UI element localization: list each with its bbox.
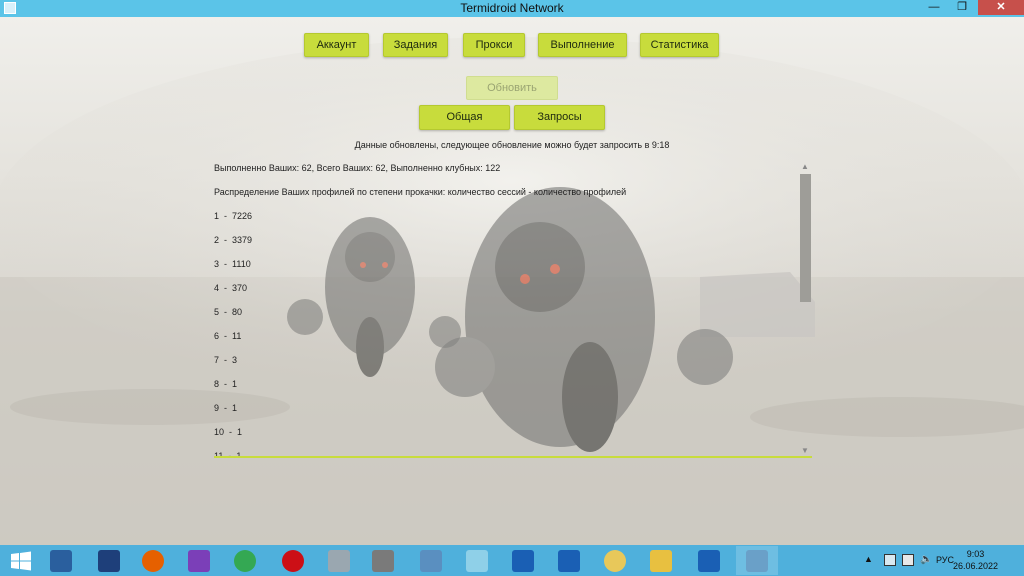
content-underline — [214, 456, 812, 458]
distribution-row: 7 - 3 — [214, 352, 796, 376]
distribution-row: 3 - 1110 — [214, 256, 796, 280]
taskbar-app-termidroid[interactable] — [736, 546, 778, 575]
separator: - — [219, 331, 233, 341]
profiles-count: 3 — [232, 355, 238, 365]
clock-icon — [604, 549, 626, 572]
nav-statistics-button[interactable]: Статистика — [640, 33, 719, 57]
nav-account-button[interactable]: Аккаунт — [304, 33, 369, 57]
taskbar-app-clock[interactable] — [594, 546, 636, 575]
www-icon — [420, 549, 442, 572]
taskbar-app-database[interactable] — [362, 546, 404, 575]
distribution-row: 4 - 370 — [214, 280, 796, 304]
taskbar-app-monitor[interactable] — [318, 546, 360, 575]
tray-network-icon[interactable] — [902, 554, 914, 566]
separator: - — [219, 235, 233, 245]
taskbar: ▲ 🔈 РУС 9:03 26.06.2022 — [0, 545, 1024, 576]
separator: - — [219, 211, 233, 221]
tray-volume-icon[interactable]: 🔈 — [920, 554, 932, 566]
separator: - — [219, 307, 233, 317]
tab-general[interactable]: Общая — [419, 105, 510, 130]
minimize-button[interactable]: — — [920, 0, 948, 15]
profiles-count: 370 — [232, 283, 248, 293]
powershell-icon — [98, 549, 120, 572]
profiles-count: 3379 — [232, 235, 253, 245]
content-scrollbar[interactable]: ▲ ▼ — [799, 162, 811, 456]
tray-arrow-up-icon[interactable]: ▲ — [864, 554, 876, 566]
distribution-row: 8 - 1 — [214, 376, 796, 400]
distribution-header: Распределение Ваших профилей по степени … — [214, 187, 627, 197]
scroll-down-arrow-icon[interactable]: ▼ — [799, 446, 811, 456]
profiles-count: 80 — [232, 307, 243, 317]
profiles-count: 1110 — [232, 259, 251, 269]
server-manager-icon — [50, 549, 72, 572]
separator: - — [219, 355, 233, 365]
database-icon — [372, 549, 394, 572]
taskbar-app-file-explorer[interactable] — [640, 546, 682, 575]
taskbar-app-www[interactable] — [410, 546, 452, 575]
distribution-row: 10 - 1 — [214, 424, 796, 448]
termidroid-icon — [746, 549, 768, 572]
update-status-text: Данные обновлены, следующее обновление м… — [354, 140, 670, 150]
taskbar-app-network-3[interactable] — [688, 546, 730, 575]
network-icon-3 — [698, 549, 720, 572]
title-bar: Termidroid Network — ❐ ✕ — [0, 0, 1024, 17]
separator: - — [219, 259, 233, 269]
distribution-row: 5 - 80 — [214, 304, 796, 328]
profiles-count: 7226 — [232, 211, 253, 221]
profiles-count: 1 — [237, 427, 243, 437]
monitor-icon — [328, 549, 350, 572]
network-icon-2 — [558, 549, 580, 572]
maximize-button[interactable]: ❐ — [948, 0, 976, 15]
taskbar-app-firefox[interactable] — [132, 546, 174, 575]
taskbar-app-app-window[interactable] — [456, 546, 498, 575]
tray-clock[interactable]: 9:03 26.06.2022 — [953, 548, 998, 576]
distribution-row: 6 - 11 — [214, 328, 796, 352]
taskbar-app-visual-studio[interactable] — [178, 546, 220, 575]
distribution-row: 1 - 7226 — [214, 208, 796, 232]
close-button[interactable]: ✕ — [978, 0, 1024, 15]
separator: - — [219, 283, 233, 293]
window-title: Termidroid Network — [460, 1, 564, 15]
tray-flag-icon[interactable] — [884, 554, 896, 566]
tray-time: 9:03 — [966, 549, 985, 559]
taskbar-app-chrome[interactable] — [224, 546, 266, 575]
chrome-icon — [234, 549, 256, 572]
distribution-row: 2 - 3379 — [214, 232, 796, 256]
scroll-thumb[interactable] — [800, 174, 811, 302]
tab-requests[interactable]: Запросы — [514, 105, 605, 130]
separator: - — [219, 403, 233, 413]
taskbar-app-network-2[interactable] — [548, 546, 590, 575]
network-icon — [512, 549, 534, 572]
refresh-button[interactable]: Обновить — [466, 76, 558, 100]
profiles-count: 1 — [232, 379, 238, 389]
separator: - — [224, 427, 238, 437]
tray-date: 26.06.2022 — [952, 561, 998, 571]
windows-start-icon — [11, 551, 31, 571]
nav-proxy-button[interactable]: Прокси — [463, 33, 525, 57]
nav-execution-button[interactable]: Выполнение — [538, 33, 627, 57]
scroll-up-arrow-icon[interactable]: ▲ — [799, 162, 811, 172]
opera-icon — [282, 549, 304, 572]
distribution-row: 9 - 1 — [214, 400, 796, 424]
profiles-count: 1 — [232, 403, 238, 413]
nav-tasks-button[interactable]: Задания — [383, 33, 448, 57]
separator: - — [219, 379, 233, 389]
firefox-icon — [142, 549, 164, 572]
file-explorer-icon — [650, 549, 672, 572]
taskbar-app-windows-start[interactable] — [0, 546, 42, 575]
app-window-icon — [466, 549, 488, 572]
taskbar-app-server-manager[interactable] — [40, 546, 82, 575]
profiles-count: 11 — [232, 331, 242, 341]
summary-text: Выполненно Ваших: 62, Всего Ваших: 62, В… — [214, 163, 501, 173]
distribution-list: 1 - 7226 2 - 3379 3 - 1110 4 - 370 5 - 80 6 -… — [214, 208, 796, 458]
tray-language[interactable]: РУС — [936, 555, 954, 576]
sessions-count: 10 — [214, 427, 225, 437]
taskbar-app-opera[interactable] — [272, 546, 314, 575]
statistics-content: Выполненно Ваших: 62, Всего Ваших: 62, В… — [214, 160, 796, 458]
visual-studio-icon — [188, 549, 210, 572]
taskbar-app-powershell[interactable] — [88, 546, 130, 575]
taskbar-app-network[interactable] — [502, 546, 544, 575]
